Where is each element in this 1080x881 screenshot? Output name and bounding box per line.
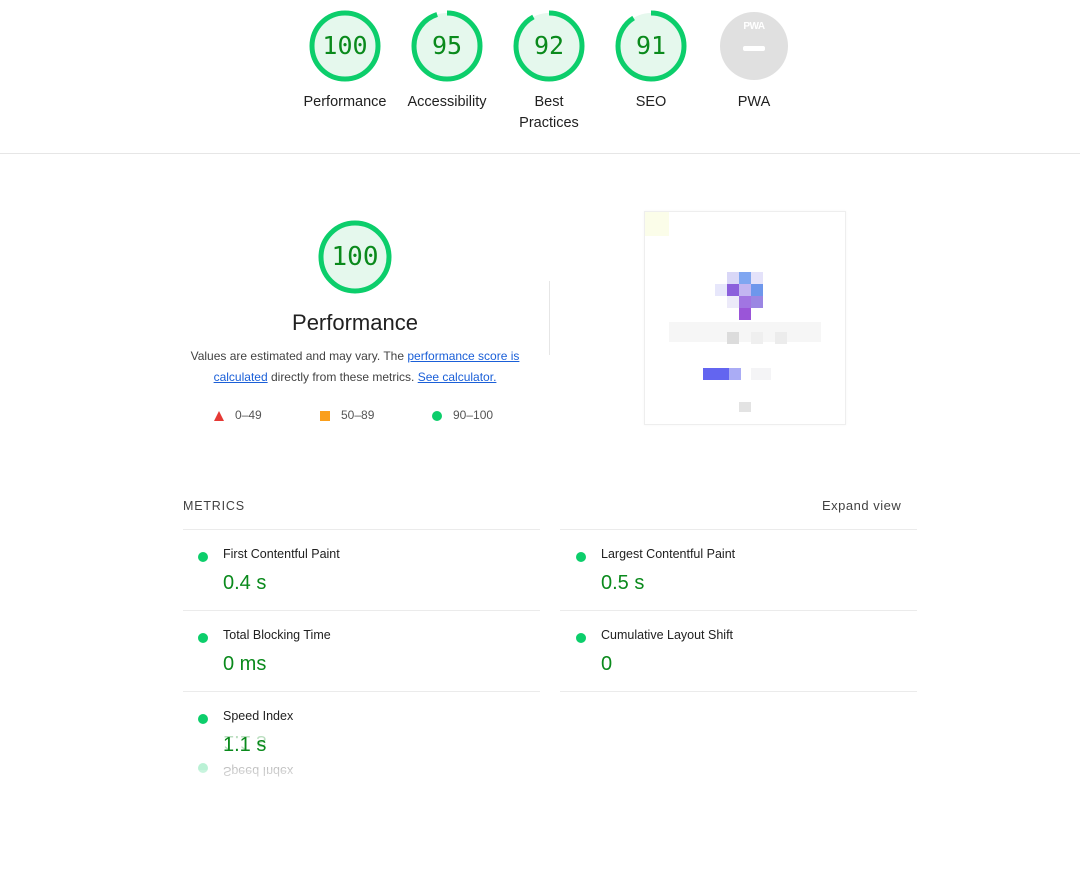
thumb-pixel: [751, 368, 771, 380]
legend-range: 50–89: [341, 408, 375, 422]
thumb-pixel: [715, 284, 727, 296]
gauge-ring: 92: [511, 8, 587, 84]
metric-value: 0.5 s: [601, 572, 645, 594]
thumb-pixel: [775, 332, 787, 344]
final-screenshot-thumbnail[interactable]: [644, 211, 846, 425]
pass-circle-icon: [198, 714, 208, 724]
pass-circle-icon: [198, 552, 208, 562]
metric-title: First Contentful Paint: [223, 547, 340, 561]
metric-value: 0 ms: [223, 653, 267, 675]
thumb-pixel: [751, 296, 763, 308]
metric-value: 0.4 s: [223, 572, 267, 594]
thumb-pixel: [739, 272, 751, 284]
metric-divider: [183, 529, 540, 530]
performance-score: 100: [331, 242, 379, 272]
gauge-ring: 100: [307, 8, 383, 84]
gauge-seo[interactable]: 91 SEO: [596, 8, 706, 113]
desc-text: Values are estimated and may vary. The: [190, 349, 408, 363]
desc-text: directly from these metrics.: [267, 370, 418, 384]
gauge-pwa[interactable]: PWA PWA: [699, 8, 809, 113]
legend-fail: 0–49: [214, 408, 262, 422]
metrics-heading: METRICS: [183, 499, 245, 513]
gauge-score: 100: [322, 31, 368, 60]
metric-title: Cumulative Layout Shift: [601, 628, 734, 642]
metric-divider: [560, 691, 917, 692]
gauge-score: 92: [533, 31, 565, 60]
vertical-divider: [549, 281, 550, 355]
thumb-pixel: [739, 296, 751, 308]
thumb-pixel: [751, 272, 763, 284]
pwa-badge-text: PWA: [743, 21, 765, 32]
legend-range: 90–100: [453, 408, 494, 422]
gauge-label: SEO: [635, 94, 667, 110]
gauge-label: PWA: [737, 94, 771, 110]
pass-circle-icon: [198, 633, 208, 643]
thumb-pixel: [739, 402, 751, 412]
metric-title: Total Blocking Time: [223, 628, 331, 642]
legend-average: 50–89: [320, 408, 374, 422]
pass-circle-icon: [576, 552, 586, 562]
legend-pass: 90–100: [432, 408, 493, 422]
gauge-accessibility[interactable]: 95 Accessibility: [392, 8, 502, 113]
gauge-ring: 91: [613, 8, 689, 84]
performance-title: Performance: [292, 310, 418, 335]
gauge-label-line: Best: [534, 94, 564, 110]
metric-first-contentful-paint: First Contentful Paint 0.4 s: [183, 545, 523, 609]
gauge-label-line: Practices: [519, 115, 579, 131]
pwa-badge-icon: PWA: [716, 8, 792, 84]
metric-value: 0: [601, 653, 613, 675]
metric-divider: [183, 691, 540, 692]
legend-range: 0–49: [235, 408, 262, 422]
thumb-pixel: [645, 212, 669, 236]
thumb-pixel: [727, 284, 739, 296]
gauge-score: 91: [635, 31, 667, 60]
pass-circle-icon: [576, 633, 586, 643]
metric-divider: [560, 610, 917, 611]
fail-triangle-icon: [214, 410, 224, 421]
metric-divider: [183, 610, 540, 611]
metric-title: Largest Contentful Paint: [601, 547, 736, 561]
metric-speed-index: Speed Index 1.1 s: [183, 707, 523, 771]
thumb-pixel: [729, 368, 741, 380]
metric-largest-contentful-paint: Largest Contentful Paint 0.5 s: [561, 545, 901, 609]
metric-cumulative-layout-shift: Cumulative Layout Shift 0: [561, 626, 901, 690]
thumb-pixel: [703, 368, 729, 380]
thumb-pixel: [727, 296, 739, 308]
performance-score-gauge: 100: [316, 218, 394, 296]
metric-total-blocking-time: Total Blocking Time 0 ms: [183, 626, 523, 690]
thumb-pixel: [669, 322, 821, 342]
metric-value: 1.1 s: [223, 734, 267, 756]
see-calculator-link[interactable]: See calculator.: [418, 370, 497, 384]
gauge-ring: PWA: [716, 8, 792, 84]
gauge-label: Performance: [303, 94, 387, 110]
pwa-dash-icon: [743, 46, 765, 51]
gauge-ring: 95: [409, 8, 485, 84]
pass-circle-icon: [432, 410, 442, 421]
metric-divider: [560, 529, 917, 530]
gauge-label: Best Practices: [494, 92, 604, 134]
average-square-icon: [320, 410, 330, 421]
category-gauge-row: 100 Performance 95 Accessibility 92 Best…: [0, 0, 1080, 154]
thumb-pixel: [739, 284, 751, 296]
thumb-pixel: [751, 284, 763, 296]
performance-description: Values are estimated and may vary. The p…: [180, 346, 530, 388]
expand-view-toggle[interactable]: Expand view: [822, 498, 901, 513]
thumb-pixel: [751, 332, 763, 344]
thumb-pixel: [727, 272, 739, 284]
thumb-pixel: [739, 308, 751, 320]
thumb-pixel: [727, 332, 739, 344]
metric-title: Speed Index: [223, 709, 294, 723]
gauge-best-practices[interactable]: 92 Best Practices: [494, 8, 604, 134]
gauge-performance[interactable]: 100 Performance: [290, 8, 400, 113]
reflection-fade-overlay: [0, 770, 1080, 881]
gauge-score: 95: [431, 31, 463, 60]
gauge-label: Accessibility: [407, 94, 487, 110]
